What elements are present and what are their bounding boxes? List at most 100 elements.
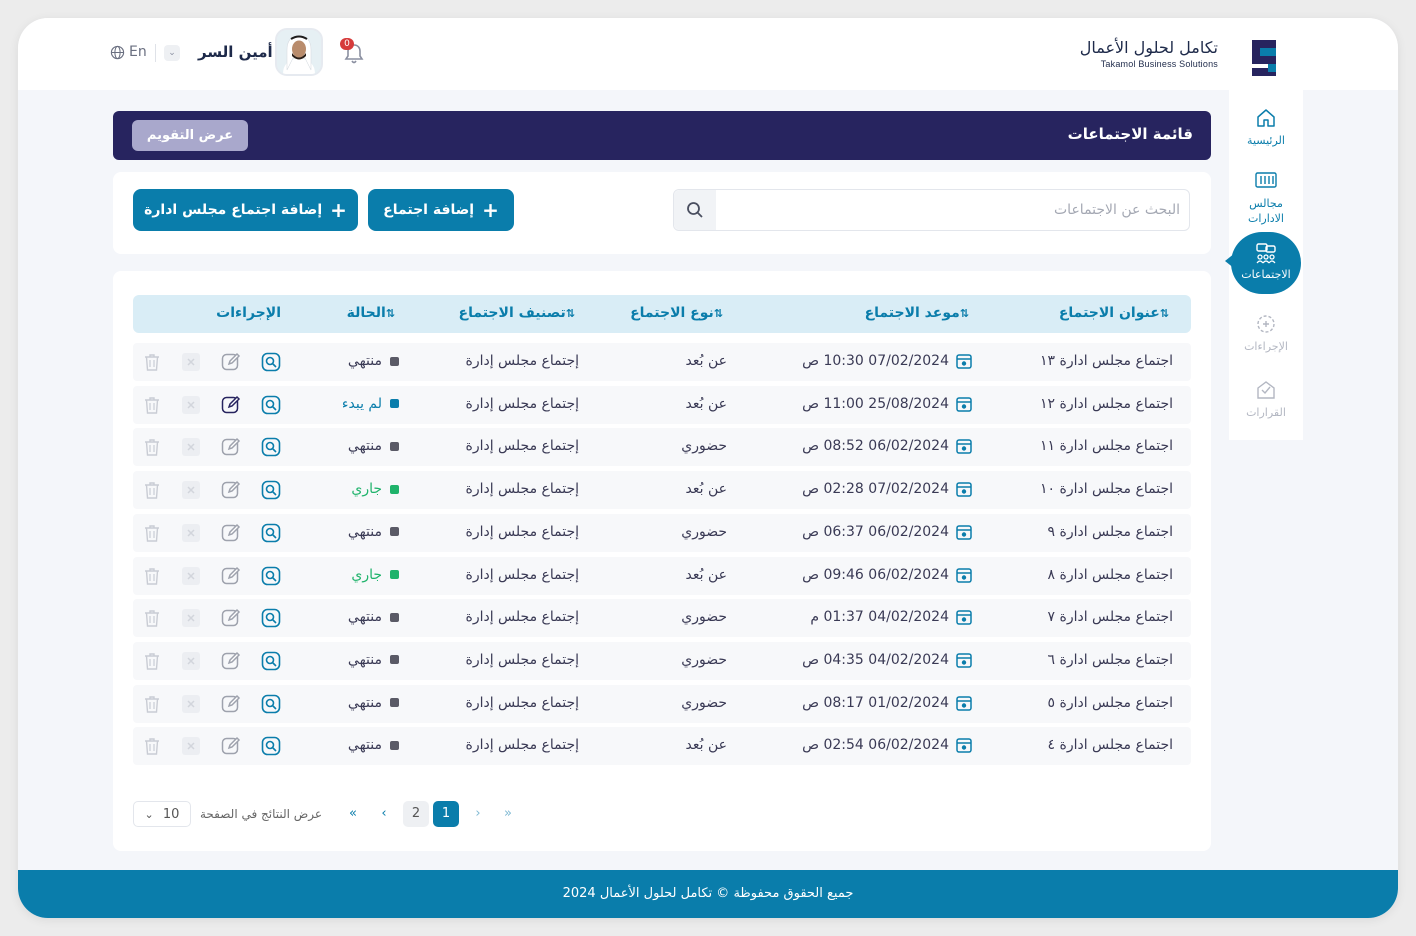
meeting-date-value: 01/02/2024 08:17 ص bbox=[802, 694, 949, 711]
trash-icon[interactable] bbox=[143, 694, 163, 714]
boards-icon bbox=[1255, 172, 1277, 188]
sidebar-item-actions[interactable]: الإجراءات bbox=[1229, 312, 1303, 353]
cancel-icon[interactable] bbox=[181, 480, 201, 500]
status-dot bbox=[390, 399, 399, 409]
status-badge: جاري bbox=[351, 481, 399, 497]
meeting-title: اجتماع مجلس ادارة ٤ bbox=[1047, 737, 1174, 754]
view-icon[interactable] bbox=[261, 566, 281, 586]
top-header: تكامل لحلول الأعمال Takamol Business Sol… bbox=[18, 18, 1398, 90]
sidebar: الرئيسية مجالس الادارات الاجتماعات الإجر… bbox=[1229, 90, 1303, 440]
sidebar-item-decisions[interactable]: القرارات bbox=[1229, 378, 1303, 419]
trash-icon[interactable] bbox=[143, 523, 163, 543]
page-1-button[interactable]: 1 bbox=[433, 801, 459, 827]
previous-page-button[interactable]: › bbox=[465, 801, 491, 827]
table-row[interactable]: اجتماع مجلس ادارة ٩ 06/02/2024 06:37 ص حضو… bbox=[133, 513, 1191, 552]
meeting-date-value: 07/02/2024 02:28 ص bbox=[802, 481, 949, 498]
next-page-button[interactable]: ‹ bbox=[371, 801, 397, 827]
edit-icon[interactable] bbox=[221, 395, 241, 415]
meeting-category: إجتماع مجلس إدارة bbox=[465, 523, 579, 540]
view-icon[interactable] bbox=[261, 523, 281, 543]
table-row[interactable]: اجتماع مجلس ادارة ٥ 01/02/2024 08:17 ص حضو… bbox=[133, 684, 1191, 723]
table-row[interactable]: اجتماع مجلس ادارة ١٣ 07/02/2024 10:30 ص عن… bbox=[133, 343, 1191, 381]
column-title[interactable]: ⇅عنوان الاجتماع bbox=[1059, 305, 1173, 321]
trash-icon[interactable] bbox=[143, 437, 163, 457]
cancel-icon[interactable] bbox=[181, 352, 201, 372]
add-board-meeting-label: إضافة اجتماع مجلس ادارة bbox=[144, 202, 323, 218]
first-page-button[interactable]: » bbox=[495, 801, 521, 827]
per-page-select[interactable]: ⌄ 10 bbox=[133, 801, 191, 827]
calendar-view-button[interactable]: عرض التقويم bbox=[132, 120, 248, 151]
table-row[interactable]: اجتماع مجلس ادارة ١٠ 07/02/2024 02:28 ص عن… bbox=[133, 471, 1191, 510]
cancel-icon[interactable] bbox=[181, 437, 201, 457]
sidebar-item-home[interactable]: الرئيسية bbox=[1229, 106, 1303, 147]
table-row[interactable]: اجتماع مجلس ادارة ١٢ 25/08/2024 11:00 ص عن… bbox=[133, 385, 1191, 424]
per-page-label: عرض النتائج في الصفحة bbox=[200, 807, 323, 821]
meeting-type: عن بُعد bbox=[685, 395, 727, 412]
edit-icon[interactable] bbox=[221, 352, 241, 372]
last-page-button[interactable]: « bbox=[340, 801, 366, 827]
column-date[interactable]: ⇅موعد الاجتماع bbox=[865, 305, 973, 321]
view-icon[interactable] bbox=[261, 352, 281, 372]
table-row[interactable]: اجتماع مجلس ادارة ٦ 04/02/2024 04:35 ص حضو… bbox=[133, 641, 1191, 680]
add-board-meeting-button[interactable]: + إضافة اجتماع مجلس ادارة bbox=[133, 189, 358, 231]
calendar-icon bbox=[955, 480, 973, 498]
table-row[interactable]: اجتماع مجلس ادارة ٤ 06/02/2024 02:54 ص عن … bbox=[133, 727, 1191, 766]
chevron-down-icon[interactable]: ⌄ bbox=[164, 45, 180, 61]
column-category[interactable]: ⇅تصنيف الاجتماع bbox=[459, 305, 579, 321]
sidebar-item-meetings[interactable]: الاجتماعات bbox=[1231, 232, 1301, 294]
status-badge: منتهي bbox=[348, 695, 399, 711]
trash-icon[interactable] bbox=[143, 480, 163, 500]
table-row[interactable]: اجتماع مجلس ادارة ١١ 06/02/2024 08:52 ص حض… bbox=[133, 428, 1191, 467]
table-row[interactable]: اجتماع مجلس ادارة ٨ 06/02/2024 09:46 ص عن … bbox=[133, 556, 1191, 595]
cancel-icon[interactable] bbox=[181, 651, 201, 671]
view-icon[interactable] bbox=[261, 608, 281, 628]
view-icon[interactable] bbox=[261, 437, 281, 457]
edit-icon[interactable] bbox=[221, 480, 241, 500]
edit-icon[interactable] bbox=[221, 694, 241, 714]
search-icon[interactable] bbox=[674, 190, 716, 230]
sort-icon: ⇅ bbox=[713, 307, 723, 320]
edit-icon[interactable] bbox=[221, 566, 241, 586]
cancel-icon[interactable] bbox=[181, 566, 201, 586]
trash-icon[interactable] bbox=[143, 608, 163, 628]
meeting-type: عن بُعد bbox=[685, 353, 727, 369]
view-icon[interactable] bbox=[261, 480, 281, 500]
calendar-icon bbox=[955, 395, 973, 413]
trash-icon[interactable] bbox=[143, 395, 163, 415]
edit-icon[interactable] bbox=[221, 437, 241, 457]
meeting-category: إجتماع مجلس إدارة bbox=[465, 694, 579, 711]
calendar-icon bbox=[955, 651, 973, 669]
meeting-category: إجتماع مجلس إدارة bbox=[465, 481, 579, 498]
view-icon[interactable] bbox=[261, 651, 281, 671]
edit-icon[interactable] bbox=[221, 523, 241, 543]
cancel-icon[interactable] bbox=[181, 523, 201, 543]
add-meeting-button[interactable]: + إضافة اجتماع bbox=[368, 189, 514, 231]
cancel-icon[interactable] bbox=[181, 395, 201, 415]
trash-icon[interactable] bbox=[143, 566, 163, 586]
edit-icon[interactable] bbox=[221, 736, 241, 756]
column-type[interactable]: ⇅نوع الاجتماع bbox=[630, 305, 727, 321]
meeting-type: عن بُعد bbox=[685, 481, 727, 498]
meeting-title: اجتماع مجلس ادارة ٥ bbox=[1047, 694, 1174, 711]
cancel-icon[interactable] bbox=[181, 736, 201, 756]
meeting-type: حضوري bbox=[681, 523, 727, 540]
avatar[interactable] bbox=[275, 28, 323, 76]
sidebar-item-boards[interactable]: مجالس الادارات bbox=[1229, 170, 1303, 226]
table-row[interactable]: اجتماع مجلس ادارة ٧ 04/02/2024 01:37 م حضو… bbox=[133, 599, 1191, 638]
footer: جميع الحقوق محفوظة © تكامل لحلول الأعمال… bbox=[18, 870, 1398, 918]
trash-icon[interactable] bbox=[143, 651, 163, 671]
trash-icon[interactable] bbox=[143, 736, 163, 756]
column-status[interactable]: ⇅الحالة bbox=[347, 305, 399, 321]
edit-icon[interactable] bbox=[221, 651, 241, 671]
cancel-icon[interactable] bbox=[181, 694, 201, 714]
cancel-icon[interactable] bbox=[181, 608, 201, 628]
view-icon[interactable] bbox=[261, 694, 281, 714]
view-icon[interactable] bbox=[261, 395, 281, 415]
language-switcher[interactable]: En bbox=[110, 44, 147, 60]
search-input[interactable] bbox=[722, 190, 1180, 230]
view-icon[interactable] bbox=[261, 736, 281, 756]
edit-icon[interactable] bbox=[221, 608, 241, 628]
user-name[interactable]: أمين السر bbox=[198, 43, 273, 61]
trash-icon[interactable] bbox=[143, 352, 163, 372]
page-2-button[interactable]: 2 bbox=[403, 801, 429, 827]
